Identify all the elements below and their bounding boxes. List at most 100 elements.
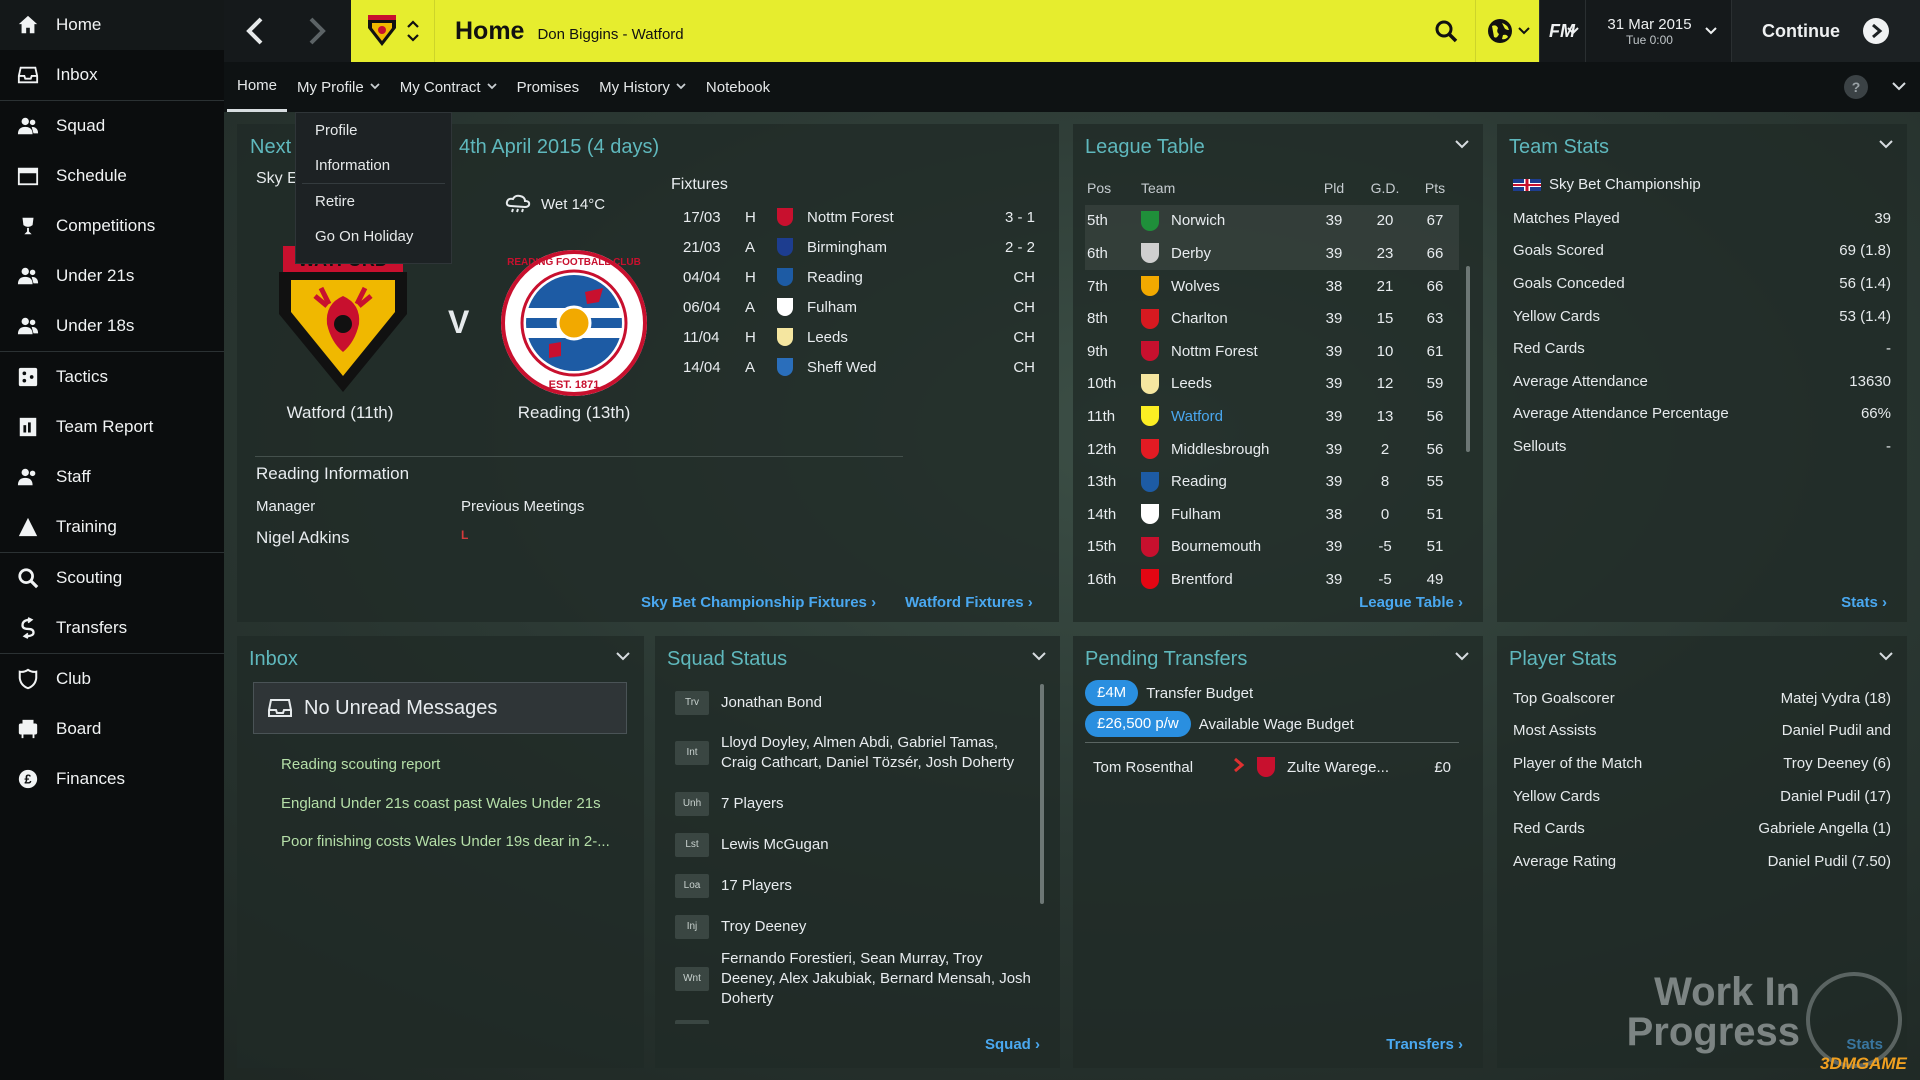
fixture-row[interactable]: 14/04 A Sheff Wed CH — [671, 352, 1047, 382]
fixture-row[interactable]: 06/04 A Fulham CH — [671, 292, 1047, 322]
league-table-row[interactable]: 15th Bournemouth 39 -5 51 — [1085, 531, 1459, 564]
next-match-title[interactable]: Next — [250, 136, 291, 159]
league-table-title[interactable]: League Table — [1085, 136, 1205, 159]
player-stat-row[interactable]: Yellow Cards Daniel Pudil (17) — [1513, 780, 1891, 813]
dropdown-item-information[interactable]: Information — [296, 148, 451, 183]
team-stats-title[interactable]: Team Stats — [1509, 136, 1609, 159]
player-stat-row[interactable]: Red Cards Gabriele Angella (1) — [1513, 812, 1891, 845]
sidebar-item-transfers[interactable]: Transfers — [0, 603, 224, 653]
squad-status-row[interactable]: Trv Jonathan Bond — [671, 682, 1035, 723]
squad-status-row[interactable]: Inj Troy Deeney — [671, 906, 1035, 947]
tab-promises[interactable]: Promises — [507, 62, 590, 112]
fm-menu-caret[interactable] — [1554, 0, 1584, 62]
league-table-column-header[interactable]: Team — [1141, 172, 1309, 205]
home-team-name[interactable]: Watford (11th) — [265, 403, 415, 423]
dropdown-item-retire[interactable]: Retire — [296, 184, 451, 219]
away-team-name[interactable]: Reading (13th) — [499, 403, 649, 423]
league-table-column-header[interactable]: G.D. — [1359, 172, 1411, 205]
squad-link[interactable]: Squad › — [985, 1036, 1040, 1053]
league-table-link[interactable]: League Table › — [1359, 594, 1463, 611]
league-table-row[interactable]: 13th Reading 39 8 55 — [1085, 465, 1459, 498]
sidebar-item-under-21s[interactable]: Under 21s — [0, 251, 224, 301]
help-button[interactable]: ? — [1844, 75, 1868, 99]
league-table-row[interactable]: 16th Brentford 39 -5 49 — [1085, 563, 1459, 596]
team-stat-row[interactable]: Goals Scored 69 (1.8) — [1513, 235, 1891, 268]
team-stat-row[interactable]: Goals Conceded 56 (1.4) — [1513, 267, 1891, 300]
league-table-row[interactable]: 10th Leeds 39 12 59 — [1085, 368, 1459, 401]
sidebar-item-staff[interactable]: Staff — [0, 452, 224, 502]
team-stats-collapse-button[interactable] — [1879, 136, 1893, 152]
inbox-title[interactable]: Inbox — [249, 648, 298, 671]
sidebar-item-tactics[interactable]: Tactics — [0, 352, 224, 402]
league-table-row[interactable]: 8th Charlton 39 15 63 — [1085, 302, 1459, 335]
pending-transfers-title[interactable]: Pending Transfers — [1085, 648, 1247, 671]
team-stat-row[interactable]: Average Attendance Percentage 66% — [1513, 398, 1891, 431]
league-table-row[interactable]: 11th Watford 39 13 56 — [1085, 400, 1459, 433]
sidebar-item-home[interactable]: Home — [0, 0, 224, 50]
search-button[interactable] — [1417, 0, 1475, 62]
team-stat-row[interactable]: Yellow Cards 53 (1.4) — [1513, 300, 1891, 333]
sidebar-item-under-18s[interactable]: Under 18s — [0, 301, 224, 351]
team-stat-row[interactable]: Average Attendance 13630 — [1513, 365, 1891, 398]
player-stat-row[interactable]: Most Assists Daniel Pudil and — [1513, 715, 1891, 748]
dropdown-item-profile[interactable]: Profile — [296, 113, 451, 148]
transfers-link[interactable]: Transfers › — [1386, 1036, 1463, 1053]
sidebar-item-competitions[interactable]: Competitions — [0, 201, 224, 251]
tab-notebook[interactable]: Notebook — [696, 62, 780, 112]
forward-button[interactable] — [286, 0, 348, 62]
league-table-column-header[interactable]: Pos — [1085, 172, 1141, 205]
dropdown-item-go-on-holiday[interactable]: Go On Holiday — [296, 219, 451, 254]
league-table-scrollbar[interactable] — [1466, 266, 1470, 452]
league-table-row[interactable]: 7th Wolves 38 21 66 — [1085, 270, 1459, 303]
pending-transfer-row[interactable]: Tom Rosenthal Zulte Warege... £0 — [1085, 748, 1459, 786]
player-stats-collapse-button[interactable] — [1879, 648, 1893, 664]
player-stat-row[interactable]: Top Goalscorer Matej Vydra (18) — [1513, 682, 1891, 715]
squad-status-title[interactable]: Squad Status — [667, 648, 787, 671]
inbox-message[interactable]: England Under 21s coast past Wales Under… — [281, 785, 631, 824]
team-stats-competition[interactable]: Sky Bet Championship — [1513, 176, 1701, 193]
team-stat-row[interactable]: Sellouts - — [1513, 430, 1891, 463]
league-table-row[interactable]: 14th Fulham 38 0 51 — [1085, 498, 1459, 531]
continue-button[interactable]: Continue — [1731, 0, 1920, 62]
pending-transfers-collapse-button[interactable] — [1455, 648, 1469, 664]
inbox-message[interactable]: Reading scouting report — [281, 746, 631, 785]
league-table-row[interactable]: 5th Norwich 39 20 67 — [1085, 204, 1459, 238]
team-stat-row[interactable]: Red Cards - — [1513, 332, 1891, 365]
fixture-row[interactable]: 04/04 H Reading CH — [671, 262, 1047, 292]
tab-my-profile[interactable]: My Profile — [287, 62, 390, 112]
squad-status-row[interactable]: Unh 7 Players — [671, 783, 1035, 824]
date-selector[interactable]: 31 Mar 2015 Tue 0:00 — [1585, 0, 1731, 62]
inbox-message[interactable]: Poor finishing costs Wales Under 19s dea… — [281, 823, 631, 862]
club-crest-selector[interactable] — [351, 0, 435, 62]
sidebar-item-inbox[interactable]: Inbox — [0, 50, 224, 100]
sidebar-item-finances[interactable]: £ Finances — [0, 754, 224, 804]
sidebar-item-board[interactable]: Board — [0, 704, 224, 754]
sidebar-item-scouting[interactable]: Scouting — [0, 553, 224, 603]
fixture-row[interactable]: 17/03 H Nottm Forest 3 - 1 — [671, 202, 1047, 232]
sidebar-item-club[interactable]: Club — [0, 654, 224, 704]
tab-home[interactable]: Home — [227, 62, 288, 112]
team-fixtures-link[interactable]: Watford Fixtures › — [905, 594, 1033, 611]
inbox-collapse-button[interactable] — [616, 648, 630, 664]
player-stats-title[interactable]: Player Stats — [1509, 648, 1617, 671]
league-table-row[interactable]: 6th Derby 39 23 66 — [1085, 237, 1459, 270]
stats-link[interactable]: Stats › — [1841, 594, 1887, 611]
sidebar-item-schedule[interactable]: Schedule — [0, 151, 224, 201]
manager-name[interactable]: Nigel Adkins — [256, 528, 350, 548]
tab-my-contract[interactable]: My Contract — [390, 62, 507, 112]
sidebar-item-team-report[interactable]: Team Report — [0, 402, 224, 452]
squad-scrollbar[interactable] — [1040, 684, 1044, 904]
team-stat-row[interactable]: Matches Played 39 — [1513, 202, 1891, 235]
comp-fixtures-link[interactable]: Sky Bet Championship Fixtures › — [641, 594, 876, 611]
squad-status-row[interactable]: Loa 17 Players — [671, 865, 1035, 906]
squad-status-row[interactable]: Int Lloyd Doyley, Almen Abdi, Gabriel Tam… — [671, 723, 1035, 783]
subnav-collapse-button[interactable] — [1892, 78, 1906, 96]
league-table-row[interactable]: 12th Middlesbrough 39 2 56 — [1085, 433, 1459, 466]
fixture-row[interactable]: 11/04 H Leeds CH — [671, 322, 1047, 352]
player-stat-row[interactable]: Average Rating Daniel Pudil (7.50) — [1513, 845, 1891, 878]
league-table-column-header[interactable]: Pts — [1411, 172, 1459, 205]
squad-status-row[interactable]: Lst Lewis McGugan — [671, 824, 1035, 865]
squad-status-row[interactable]: Trn Tom Rosenthal — [671, 1011, 1035, 1024]
sidebar-item-training[interactable]: Training — [0, 502, 224, 552]
fixture-row[interactable]: 21/03 A Birmingham 2 - 2 — [671, 232, 1047, 262]
